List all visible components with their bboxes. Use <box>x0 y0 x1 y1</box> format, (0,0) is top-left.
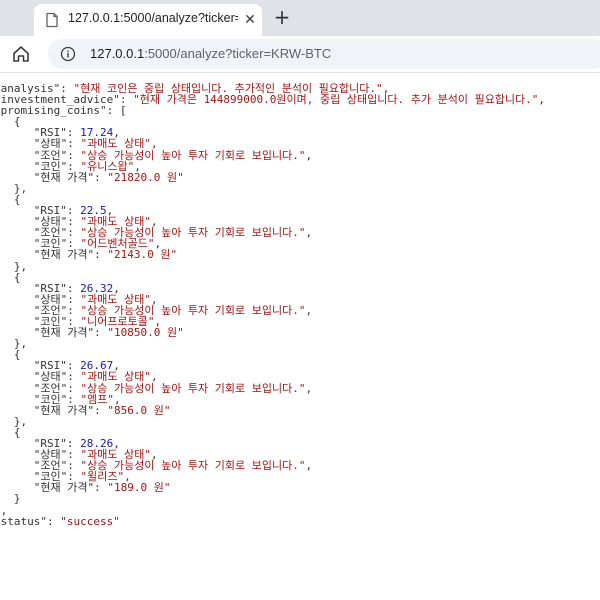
label-price: 현재 가격 <box>40 403 88 417</box>
coin-price: 189.0 원 <box>113 481 164 495</box>
tab-strip: 127.0.0.1:5000/analyze?ticker=KRW-BTC ✕ … <box>0 0 600 36</box>
browser-toolbar: 127.0.0.1:5000/analyze?ticker=KRW-BTC <box>0 36 600 73</box>
label-price: 현재 가격 <box>40 248 88 262</box>
json-value-status: success <box>66 514 114 528</box>
label-price: 현재 가격 <box>40 481 88 495</box>
page-icon <box>46 12 58 28</box>
coin-price: 10850.0 원 <box>113 326 178 340</box>
json-value-investment-advice: 현재 가격은 144899000.0원이며, 중립 상태입니다. 추가 분석이 … <box>139 93 532 107</box>
address-bar[interactable]: 127.0.0.1:5000/analyze?ticker=KRW-BTC <box>48 39 600 69</box>
info-icon[interactable] <box>60 46 76 62</box>
active-tab[interactable]: 127.0.0.1:5000/analyze?ticker=KRW-BTC ✕ <box>34 4 262 36</box>
coin-price: 2143.0 원 <box>113 248 171 262</box>
coin-price: 856.0 원 <box>113 403 164 417</box>
url-text[interactable]: 127.0.0.1:5000/analyze?ticker=KRW-BTC <box>90 46 331 64</box>
json-viewer: "analysis": "현재 코인은 중립 상태입니다. 추가적인 분석이 필… <box>0 82 546 528</box>
coin-price: 21820.0 원 <box>113 170 178 184</box>
tab-title: 127.0.0.1:5000/analyze?ticker=KRW-BTC <box>68 11 238 25</box>
json-key-status: status <box>0 514 41 528</box>
url-path: :5000/analyze?ticker=KRW-BTC <box>144 46 332 61</box>
page-content: "analysis": "현재 코인은 중립 상태입니다. 추가적인 분석이 필… <box>0 73 600 600</box>
label-price: 현재 가격 <box>40 170 88 184</box>
plus-icon[interactable]: + <box>270 6 294 30</box>
label-price: 현재 가격 <box>40 326 88 340</box>
url-host: 127.0.0.1 <box>90 46 145 61</box>
home-icon[interactable] <box>10 43 32 65</box>
tab-strip-edge <box>0 8 26 32</box>
close-icon[interactable]: ✕ <box>242 12 258 28</box>
